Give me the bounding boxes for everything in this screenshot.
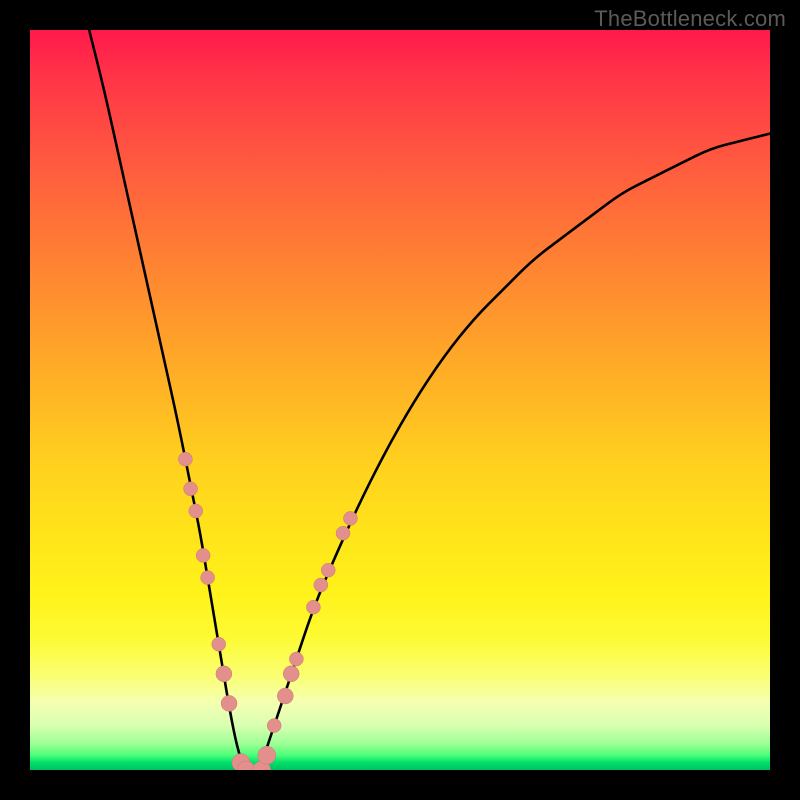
chart-frame: TheBottleneck.com bbox=[0, 0, 800, 800]
curve-markers bbox=[178, 452, 357, 770]
curve-marker bbox=[343, 511, 357, 525]
curve-marker bbox=[321, 563, 335, 577]
bottleneck-curve bbox=[89, 30, 770, 770]
curve-marker bbox=[212, 637, 226, 651]
curve-marker bbox=[277, 688, 293, 704]
curve-marker bbox=[258, 746, 276, 764]
curve-marker bbox=[336, 526, 350, 540]
chart-svg bbox=[30, 30, 770, 770]
plot-area bbox=[30, 30, 770, 770]
watermark: TheBottleneck.com bbox=[594, 6, 786, 32]
curve-marker bbox=[189, 504, 203, 518]
curve-marker bbox=[201, 571, 215, 585]
curve-marker bbox=[216, 666, 232, 682]
curve-marker bbox=[196, 548, 210, 562]
curve-marker bbox=[178, 452, 192, 466]
curve-marker bbox=[289, 652, 303, 666]
curve-marker bbox=[306, 600, 320, 614]
curve-marker bbox=[221, 695, 237, 711]
curve-marker bbox=[283, 666, 299, 682]
curve-marker bbox=[267, 719, 281, 733]
curve-marker bbox=[184, 482, 198, 496]
curve-marker bbox=[314, 578, 328, 592]
